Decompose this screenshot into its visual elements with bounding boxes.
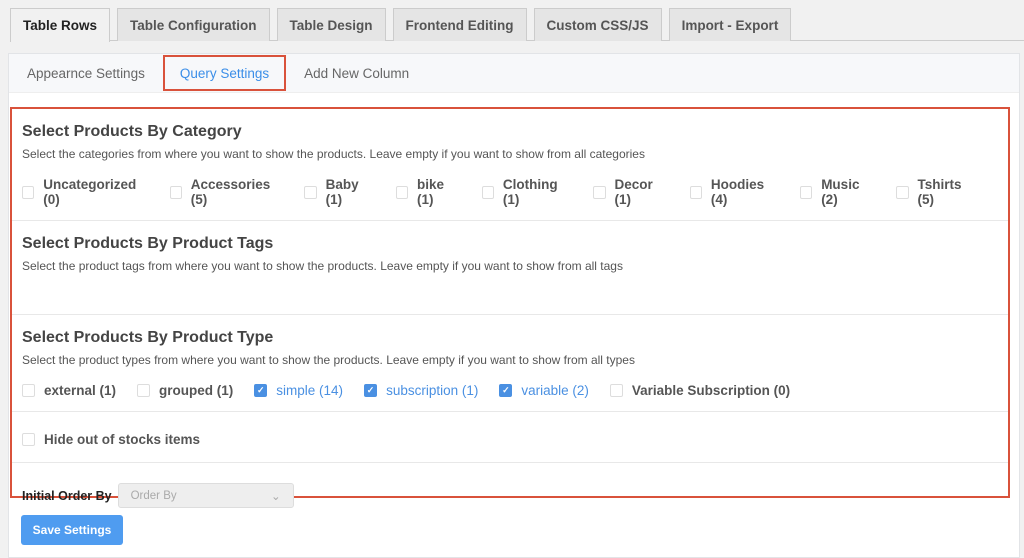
- type-option[interactable]: Variable Subscription (0): [609, 383, 791, 398]
- type-option-label: grouped (1): [159, 383, 234, 398]
- type-option[interactable]: external (1): [22, 383, 116, 398]
- category-option-label: Tshirts (5): [917, 177, 962, 207]
- type-option-label: subscription (1): [386, 383, 479, 398]
- save-settings-button[interactable]: Save Settings: [21, 515, 123, 545]
- checkbox-icon: [609, 384, 623, 397]
- chevron-down-icon: ⌄: [270, 490, 281, 503]
- tab-import-export[interactable]: Import - Export: [668, 8, 792, 41]
- subtab-appearance-settings[interactable]: Appearnce Settings: [17, 55, 155, 91]
- type-option[interactable]: ✓ variable (2): [499, 383, 589, 398]
- type-option[interactable]: grouped (1): [137, 383, 233, 398]
- order-by-placeholder: Order By: [130, 489, 177, 502]
- category-options: Uncategorized (0) Accessories (5) Baby (1)…: [22, 177, 998, 220]
- tags-desc: Select the product tags from where you w…: [22, 259, 623, 273]
- category-option[interactable]: Hoodies (4): [689, 177, 779, 207]
- subtab-query-settings[interactable]: Query Settings: [162, 55, 287, 91]
- main-tabs: Table Rows Table Configuration Table Des…: [10, 8, 1024, 42]
- tags-section: Select Products By Product Tags Select t…: [12, 235, 1008, 315]
- checkbox-icon: [22, 433, 35, 446]
- checkbox-icon: [395, 185, 409, 199]
- tags-title: Select Products By Product Tags: [22, 235, 274, 252]
- category-option-label: Music (2): [821, 177, 860, 207]
- tab-table-design[interactable]: Table Design: [276, 8, 386, 41]
- category-option-label: bike (1): [417, 177, 445, 207]
- checkbox-icon: [22, 185, 35, 199]
- checkbox-checked-icon: ✓: [254, 384, 268, 397]
- type-option[interactable]: ✓ simple (14): [254, 383, 343, 398]
- type-option-label: external (1): [44, 383, 117, 398]
- checkbox-icon: [169, 185, 182, 199]
- checkbox-icon: [896, 185, 909, 199]
- hide-out-of-stock-label: Hide out of stocks items: [44, 432, 201, 447]
- category-option-label: Baby (1): [325, 177, 359, 207]
- checkbox-checked-icon: ✓: [499, 384, 513, 397]
- type-option[interactable]: ✓ subscription (1): [364, 383, 478, 398]
- checkbox-icon: [137, 384, 151, 397]
- tab-custom-css-js[interactable]: Custom CSS/JS: [533, 8, 662, 41]
- tab-frontend-editing[interactable]: Frontend Editing: [392, 8, 527, 41]
- settings-panel: Appearnce Settings Query Settings Add Ne…: [8, 53, 1020, 558]
- category-option[interactable]: bike (1): [395, 177, 461, 207]
- type-options: external (1) grouped (1) ✓ simple (14) ✓ subs…: [22, 383, 998, 411]
- query-settings-box: Select Products By Category Select the c…: [10, 107, 1010, 508]
- category-desc: Select the categories from where you wan…: [22, 147, 645, 161]
- type-option-label: variable (2): [521, 383, 589, 398]
- category-option[interactable]: Tshirts (5): [896, 177, 977, 207]
- category-section: Select Products By Category Select the c…: [12, 123, 1008, 221]
- category-option-label: Uncategorized (0): [43, 177, 137, 207]
- category-option[interactable]: Music (2): [800, 177, 875, 207]
- stock-section: Hide out of stocks items: [12, 432, 1008, 463]
- order-label: Initial Order By: [22, 488, 112, 503]
- order-by-select[interactable]: Order By ⌄: [117, 483, 294, 508]
- category-option[interactable]: Clothing (1): [481, 177, 573, 207]
- type-option-label: Variable Subscription (0): [631, 383, 791, 398]
- type-desc: Select the product types from where you …: [22, 353, 635, 367]
- category-option[interactable]: Baby (1): [304, 177, 374, 207]
- checkbox-icon: [689, 185, 702, 199]
- tab-table-rows[interactable]: Table Rows: [10, 8, 111, 42]
- category-option[interactable]: Decor (1): [593, 177, 668, 207]
- sub-tabs: Appearnce Settings Query Settings Add Ne…: [9, 54, 1019, 93]
- category-option-label: Accessories (5): [190, 177, 271, 207]
- category-option[interactable]: Uncategorized (0): [22, 177, 149, 207]
- category-option[interactable]: Accessories (5): [169, 177, 284, 207]
- category-option-label: Hoodies (4): [710, 177, 765, 207]
- category-option-label: Clothing (1): [502, 177, 558, 207]
- hide-out-of-stock-checkbox[interactable]: Hide out of stocks items: [22, 432, 200, 447]
- tab-table-configuration[interactable]: Table Configuration: [117, 8, 270, 41]
- checkbox-icon: [800, 185, 813, 199]
- subtab-add-new-column[interactable]: Add New Column: [294, 55, 419, 91]
- checkbox-icon: [304, 185, 317, 199]
- type-section: Select Products By Product Type Select t…: [12, 329, 1008, 412]
- checkbox-icon: [22, 384, 35, 397]
- type-option-label: simple (14): [276, 383, 344, 398]
- order-row: Initial Order By Order By ⌄: [12, 463, 1008, 508]
- category-option-label: Decor (1): [614, 177, 653, 207]
- category-title: Select Products By Category: [22, 123, 242, 140]
- checkbox-checked-icon: ✓: [364, 384, 378, 397]
- checkbox-icon: [481, 185, 494, 199]
- checkbox-icon: [593, 185, 606, 199]
- type-title: Select Products By Product Type: [22, 329, 274, 346]
